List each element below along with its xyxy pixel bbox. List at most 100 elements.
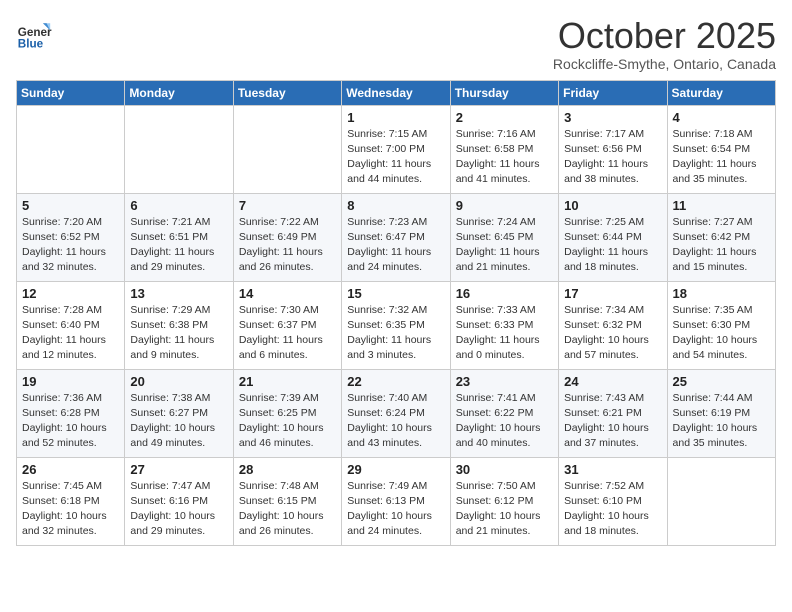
day-number: 16 [456, 286, 553, 301]
calendar-cell: 17 Sunrise: 7:34 AM Sunset: 6:32 PM Dayli… [559, 281, 667, 369]
day-number: 11 [673, 198, 770, 213]
calendar-cell: 27 Sunrise: 7:47 AM Sunset: 6:16 PM Dayli… [125, 457, 233, 545]
day-number: 12 [22, 286, 119, 301]
day-number: 5 [22, 198, 119, 213]
calendar-cell: 1 Sunrise: 7:15 AM Sunset: 7:00 PM Daylig… [342, 105, 450, 193]
day-info: Sunrise: 7:38 AM Sunset: 6:27 PM Dayligh… [130, 391, 227, 452]
day-number: 25 [673, 374, 770, 389]
calendar-cell: 20 Sunrise: 7:38 AM Sunset: 6:27 PM Dayli… [125, 369, 233, 457]
day-info: Sunrise: 7:17 AM Sunset: 6:56 PM Dayligh… [564, 127, 661, 188]
calendar-cell: 19 Sunrise: 7:36 AM Sunset: 6:28 PM Dayli… [17, 369, 125, 457]
day-info: Sunrise: 7:35 AM Sunset: 6:30 PM Dayligh… [673, 303, 770, 364]
calendar-header-monday: Monday [125, 80, 233, 105]
calendar-cell: 29 Sunrise: 7:49 AM Sunset: 6:13 PM Dayli… [342, 457, 450, 545]
day-info: Sunrise: 7:18 AM Sunset: 6:54 PM Dayligh… [673, 127, 770, 188]
day-info: Sunrise: 7:44 AM Sunset: 6:19 PM Dayligh… [673, 391, 770, 452]
day-number: 9 [456, 198, 553, 213]
day-number: 28 [239, 462, 336, 477]
day-number: 1 [347, 110, 444, 125]
day-info: Sunrise: 7:23 AM Sunset: 6:47 PM Dayligh… [347, 215, 444, 276]
calendar-cell: 14Sunrise: 7:30 AM Sunset: 6:37 PM Dayli… [233, 281, 341, 369]
day-info: Sunrise: 7:15 AM Sunset: 7:00 PM Dayligh… [347, 127, 444, 188]
calendar-header-sunday: Sunday [17, 80, 125, 105]
day-number: 23 [456, 374, 553, 389]
day-info: Sunrise: 7:20 AM Sunset: 6:52 PM Dayligh… [22, 215, 119, 276]
day-number: 13 [130, 286, 227, 301]
day-info: Sunrise: 7:47 AM Sunset: 6:16 PM Dayligh… [130, 479, 227, 540]
day-number: 4 [673, 110, 770, 125]
day-info: Sunrise: 7:43 AM Sunset: 6:21 PM Dayligh… [564, 391, 661, 452]
calendar-cell: 3 Sunrise: 7:17 AM Sunset: 6:56 PM Daylig… [559, 105, 667, 193]
day-info: Sunrise: 7:27 AM Sunset: 6:42 PM Dayligh… [673, 215, 770, 276]
day-number: 24 [564, 374, 661, 389]
day-number: 6 [130, 198, 227, 213]
day-number: 29 [347, 462, 444, 477]
calendar-cell: 7Sunrise: 7:22 AM Sunset: 6:49 PM Daylig… [233, 193, 341, 281]
calendar-cell: 21 Sunrise: 7:39 AM Sunset: 6:25 PM Dayli… [233, 369, 341, 457]
calendar-cell [233, 105, 341, 193]
calendar-week-1: 1 Sunrise: 7:15 AM Sunset: 7:00 PM Daylig… [17, 105, 776, 193]
day-number: 27 [130, 462, 227, 477]
calendar-week-3: 12 Sunrise: 7:28 AM Sunset: 6:40 PM Dayli… [17, 281, 776, 369]
logo: General Blue [16, 16, 52, 52]
day-number: 10 [564, 198, 661, 213]
day-info: Sunrise: 7:33 AM Sunset: 6:33 PM Dayligh… [456, 303, 553, 364]
day-number: 22 [347, 374, 444, 389]
calendar-cell: 9 Sunrise: 7:24 AM Sunset: 6:45 PM Daylig… [450, 193, 558, 281]
day-number: 7 [239, 198, 336, 213]
title-block: October 2025 Rockcliffe-Smythe, Ontario,… [553, 16, 776, 72]
calendar-cell: 28Sunrise: 7:48 AM Sunset: 6:15 PM Dayli… [233, 457, 341, 545]
day-info: Sunrise: 7:36 AM Sunset: 6:28 PM Dayligh… [22, 391, 119, 452]
calendar-header-friday: Friday [559, 80, 667, 105]
calendar-cell: 12 Sunrise: 7:28 AM Sunset: 6:40 PM Dayli… [17, 281, 125, 369]
calendar-week-2: 5 Sunrise: 7:20 AM Sunset: 6:52 PM Daylig… [17, 193, 776, 281]
logo-icon: General Blue [16, 16, 52, 52]
day-info: Sunrise: 7:30 AM Sunset: 6:37 PM Dayligh… [239, 303, 336, 364]
day-number: 17 [564, 286, 661, 301]
calendar-week-4: 19 Sunrise: 7:36 AM Sunset: 6:28 PM Dayli… [17, 369, 776, 457]
day-number: 19 [22, 374, 119, 389]
calendar-cell: 31 Sunrise: 7:52 AM Sunset: 6:10 PM Dayli… [559, 457, 667, 545]
calendar-week-5: 26 Sunrise: 7:45 AM Sunset: 6:18 PM Dayli… [17, 457, 776, 545]
day-info: Sunrise: 7:39 AM Sunset: 6:25 PM Dayligh… [239, 391, 336, 452]
calendar-cell: 8 Sunrise: 7:23 AM Sunset: 6:47 PM Daylig… [342, 193, 450, 281]
calendar-cell: 4 Sunrise: 7:18 AM Sunset: 6:54 PM Daylig… [667, 105, 775, 193]
calendar-cell: 15 Sunrise: 7:32 AM Sunset: 6:35 PM Dayli… [342, 281, 450, 369]
day-number: 3 [564, 110, 661, 125]
day-number: 20 [130, 374, 227, 389]
calendar-cell: 25 Sunrise: 7:44 AM Sunset: 6:19 PM Dayli… [667, 369, 775, 457]
calendar-cell: 26 Sunrise: 7:45 AM Sunset: 6:18 PM Dayli… [17, 457, 125, 545]
day-number: 2 [456, 110, 553, 125]
day-info: Sunrise: 7:16 AM Sunset: 6:58 PM Dayligh… [456, 127, 553, 188]
day-info: Sunrise: 7:21 AM Sunset: 6:51 PM Dayligh… [130, 215, 227, 276]
day-info: Sunrise: 7:50 AM Sunset: 6:12 PM Dayligh… [456, 479, 553, 540]
calendar-cell: 6 Sunrise: 7:21 AM Sunset: 6:51 PM Daylig… [125, 193, 233, 281]
day-info: Sunrise: 7:24 AM Sunset: 6:45 PM Dayligh… [456, 215, 553, 276]
day-info: Sunrise: 7:41 AM Sunset: 6:22 PM Dayligh… [456, 391, 553, 452]
calendar-table: SundayMondayTuesdayWednesdayThursdayFrid… [16, 80, 776, 546]
calendar-cell [125, 105, 233, 193]
calendar-header-tuesday: Tuesday [233, 80, 341, 105]
day-number: 21 [239, 374, 336, 389]
svg-text:Blue: Blue [18, 38, 44, 51]
day-info: Sunrise: 7:45 AM Sunset: 6:18 PM Dayligh… [22, 479, 119, 540]
day-number: 30 [456, 462, 553, 477]
day-info: Sunrise: 7:52 AM Sunset: 6:10 PM Dayligh… [564, 479, 661, 540]
day-number: 31 [564, 462, 661, 477]
day-number: 8 [347, 198, 444, 213]
calendar-cell: 5 Sunrise: 7:20 AM Sunset: 6:52 PM Daylig… [17, 193, 125, 281]
day-number: 26 [22, 462, 119, 477]
page-header: General Blue October 2025 Rockcliffe-Smy… [16, 16, 776, 72]
calendar-cell: 18 Sunrise: 7:35 AM Sunset: 6:30 PM Dayli… [667, 281, 775, 369]
calendar-cell: 11 Sunrise: 7:27 AM Sunset: 6:42 PM Dayli… [667, 193, 775, 281]
day-info: Sunrise: 7:34 AM Sunset: 6:32 PM Dayligh… [564, 303, 661, 364]
day-number: 15 [347, 286, 444, 301]
calendar-cell: 22Sunrise: 7:40 AM Sunset: 6:24 PM Dayli… [342, 369, 450, 457]
day-info: Sunrise: 7:49 AM Sunset: 6:13 PM Dayligh… [347, 479, 444, 540]
day-number: 18 [673, 286, 770, 301]
calendar-cell: 10Sunrise: 7:25 AM Sunset: 6:44 PM Dayli… [559, 193, 667, 281]
day-info: Sunrise: 7:32 AM Sunset: 6:35 PM Dayligh… [347, 303, 444, 364]
day-info: Sunrise: 7:28 AM Sunset: 6:40 PM Dayligh… [22, 303, 119, 364]
calendar-cell: 23 Sunrise: 7:41 AM Sunset: 6:22 PM Dayli… [450, 369, 558, 457]
calendar-header-thursday: Thursday [450, 80, 558, 105]
